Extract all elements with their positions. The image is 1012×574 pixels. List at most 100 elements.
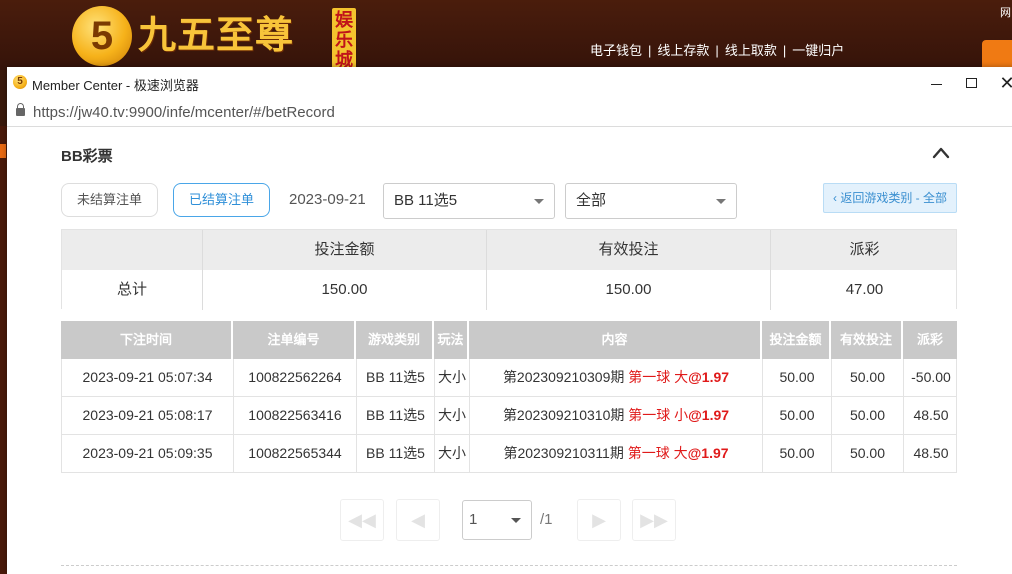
summary-cell: 总计 [62, 270, 203, 310]
site-header: 5 九五至尊 娱乐城 电子钱包 | 线上存款 | 线上取款 | 一键归户 网 [0, 0, 1012, 70]
bet-amount: 50.00 [763, 359, 832, 396]
column-header: 下注时间 [61, 321, 233, 359]
summary-table: 投注金额 有效投注 派彩 总计 150.00 150.00 47.00 [61, 229, 957, 310]
bet-content: 第202309210311期 第一球 大@1.97 [470, 435, 763, 472]
bet-id: 100822562264 [234, 359, 357, 396]
window-title: Member Center - 极速浏览器 [32, 78, 199, 93]
top-link-deposit[interactable]: 线上存款 [657, 40, 709, 59]
summary-total-row: 总计 150.00 150.00 47.00 [62, 270, 956, 310]
bet-time: 2023-09-21 05:09:35 [62, 435, 234, 472]
play-type: 大小 [435, 397, 470, 434]
member-center-window: 5 Member Center - 极速浏览器 ✕ https://jw40.t… [7, 67, 1012, 574]
column-header: 投注金额 [762, 321, 831, 359]
game-select[interactable]: BB 11选5 [383, 183, 555, 219]
browser-logo-icon: 5 [13, 75, 27, 89]
summary-cell: 47.00 [845, 281, 884, 298]
game-type: BB 11选5 [357, 435, 435, 472]
divider: | [715, 43, 719, 58]
bet-record-page: BB彩票 未结算注单 已结算注单 2023-09-21 BB 11选5 全部 ‹… [7, 127, 1011, 574]
records-header-row: 下注时间 注单编号 游戏类别 玩法 内容 投注金额 有效投注 派彩 [61, 321, 957, 359]
game-type: BB 11选5 [357, 359, 435, 396]
unsettled-bets-button[interactable]: 未结算注单 [61, 183, 158, 217]
page-select[interactable]: 1 [462, 500, 532, 540]
column-header: 玩法 [434, 321, 469, 359]
url-text[interactable]: https://jw40.tv:9900/infe/mcenter/#/betR… [33, 104, 335, 121]
summary-cell: 150.00 [487, 270, 771, 310]
summary-header-row: 投注金额 有效投注 派彩 [62, 230, 956, 270]
game-select-value: BB 11选5 [394, 192, 458, 209]
bet-records-table: 下注时间 注单编号 游戏类别 玩法 内容 投注金额 有效投注 派彩 2023-0… [61, 321, 957, 473]
lock-icon [16, 103, 25, 116]
close-icon[interactable]: ✕ [992, 71, 1012, 95]
top-link-transfer[interactable]: 一键归户 [792, 40, 844, 59]
last-page-button[interactable]: ▶▶ [632, 499, 676, 541]
bet-id: 100822565344 [234, 435, 357, 472]
site-logo-tag: 娱乐城 [332, 8, 356, 70]
valid-bet: 50.00 [832, 359, 904, 396]
page-total: /1 [540, 511, 553, 528]
table-row: 2023-09-21 05:09:35 100822565344 BB 11选5… [61, 435, 957, 473]
next-page-button[interactable]: ▶ [577, 499, 621, 541]
summary-cell: 150.00 [203, 270, 487, 310]
column-header: 注单编号 [233, 321, 356, 359]
prev-page-button[interactable]: ◀ [396, 499, 440, 541]
summary-header-cell: 投注金额 [203, 230, 487, 270]
bet-period: 第202309210311期 [503, 445, 624, 461]
page-select-value: 1 [469, 511, 478, 528]
play-type: 大小 [435, 435, 470, 472]
chevron-up-icon[interactable] [931, 143, 951, 163]
bet-time: 2023-09-21 05:08:17 [62, 397, 234, 434]
column-header: 有效投注 [831, 321, 903, 359]
settled-bets-button[interactable]: 已结算注单 [173, 183, 270, 217]
bet-odds: @1.97 [688, 407, 730, 423]
first-page-button[interactable]: ◀◀ [340, 499, 384, 541]
top-link-withdraw[interactable]: 线上取款 [725, 40, 777, 59]
type-select-value: 全部 [576, 192, 607, 209]
site-logo-icon: 5 [72, 6, 132, 66]
section-title: BB彩票 [61, 148, 113, 165]
bet-period: 第202309210309期 [502, 369, 625, 385]
corner-label: 网 [1000, 7, 1011, 19]
type-select[interactable]: 全部 [565, 183, 737, 219]
window-titlebar[interactable]: 5 Member Center - 极速浏览器 ✕ [7, 67, 1012, 99]
chevron-down-icon [716, 199, 726, 204]
column-header: 游戏类别 [356, 321, 434, 359]
divider: | [648, 43, 652, 58]
bet-amount: 50.00 [763, 397, 832, 434]
column-header: 派彩 [916, 332, 943, 347]
bet-time: 2023-09-21 05:07:34 [62, 359, 234, 396]
date-value[interactable]: 2023-09-21 [289, 191, 366, 208]
bet-odds: @1.97 [687, 445, 729, 461]
address-bar[interactable]: https://jw40.tv:9900/infe/mcenter/#/betR… [7, 99, 1012, 127]
header-orange-button[interactable] [982, 40, 1012, 70]
site-logo-text: 九五至尊 [138, 12, 295, 57]
valid-bet: 50.00 [832, 397, 904, 434]
bet-content: 第202309210309期 第一球 大@1.97 [470, 359, 763, 396]
top-nav: 电子钱包 | 线上存款 | 线上取款 | 一键归户 [590, 40, 844, 59]
column-header: 内容 [469, 321, 762, 359]
divider [61, 565, 957, 566]
payout: 48.50 [913, 407, 949, 423]
bet-odds: @1.97 [688, 369, 730, 385]
summary-header-cell: 派彩 [849, 241, 880, 258]
top-link-wallet[interactable]: 电子钱包 [590, 40, 642, 59]
back-to-categories-button[interactable]: ‹ 返回游戏类别 - 全部 [823, 183, 957, 213]
bet-pick: 第一球 大 [628, 369, 689, 385]
summary-header-cell: 有效投注 [487, 230, 771, 270]
payout: 48.50 [913, 445, 949, 461]
maximize-icon[interactable] [957, 71, 987, 95]
payout: -50.00 [911, 369, 951, 385]
bet-period: 第202309210310期 [502, 407, 625, 423]
valid-bet: 50.00 [832, 435, 904, 472]
bet-pick: 第一球 小 [628, 407, 689, 423]
chevron-down-icon [511, 518, 521, 523]
bet-pick: 第一球 大 [627, 445, 688, 461]
chevron-down-icon [534, 199, 544, 204]
bet-amount: 50.00 [763, 435, 832, 472]
table-row: 2023-09-21 05:07:34 100822562264 BB 11选5… [61, 359, 957, 397]
play-type: 大小 [435, 359, 470, 396]
game-type: BB 11选5 [357, 397, 435, 434]
minimize-icon[interactable] [921, 71, 951, 95]
bet-content: 第202309210310期 第一球 小@1.97 [470, 397, 763, 434]
bet-id: 100822563416 [234, 397, 357, 434]
